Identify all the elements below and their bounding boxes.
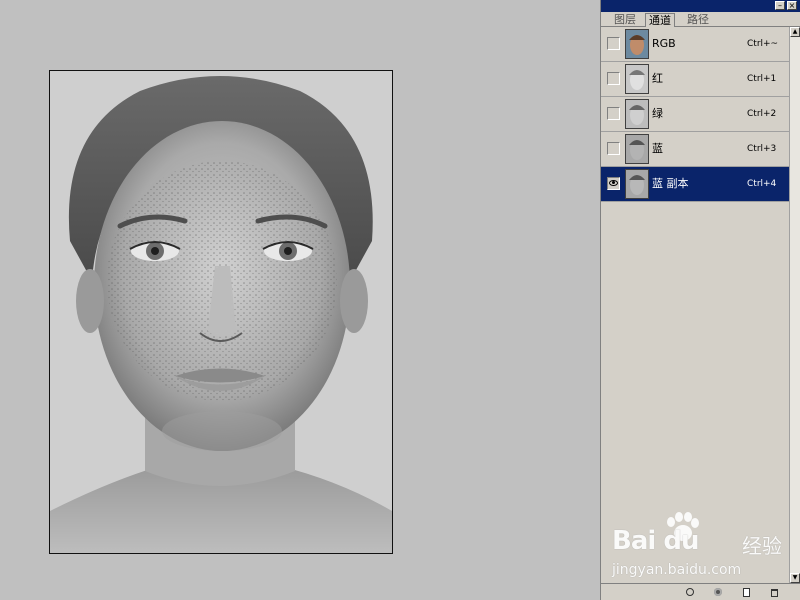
channel-shortcut: Ctrl+4 [747, 179, 777, 189]
save-selection-icon[interactable] [713, 587, 724, 598]
channel-name: 蓝 副本 [652, 177, 689, 190]
load-selection-icon[interactable] [685, 587, 696, 598]
watermark-subtitle: 经验 [742, 534, 782, 558]
channel-shortcut: Ctrl+1 [747, 74, 777, 84]
visibility-toggle[interactable] [607, 177, 620, 190]
channels-panel: – × 图层 通道 路径 ▸ RGB Ctrl+~ 红 Ctrl+1 [600, 0, 800, 600]
close-icon[interactable]: × [787, 1, 797, 10]
panel-bottom-toolbar [601, 583, 800, 600]
visibility-toggle[interactable] [607, 72, 620, 85]
channel-name: 蓝 [652, 142, 663, 155]
tab-paths[interactable]: 路径 [684, 13, 712, 26]
eye-icon [609, 180, 618, 186]
tab-layers[interactable]: 图层 [611, 13, 639, 26]
channel-row-blue[interactable]: 蓝 Ctrl+3 [601, 132, 789, 167]
channel-thumbnail [625, 29, 649, 59]
workspace [0, 0, 600, 600]
channel-shortcut: Ctrl+2 [747, 109, 777, 119]
channel-list: RGB Ctrl+~ 红 Ctrl+1 绿 Ctrl+2 蓝 Ctrl+3 蓝 … [601, 27, 789, 202]
channel-thumbnail [625, 134, 649, 164]
scroll-up-icon[interactable]: ▲ [790, 27, 800, 37]
watermark-url: jingyan.baidu.com [612, 562, 742, 578]
portrait-image [50, 71, 392, 553]
channel-name: 绿 [652, 107, 663, 120]
panel-titlebar[interactable]: – × [601, 0, 800, 12]
channel-thumbnail [625, 99, 649, 129]
tab-channels[interactable]: 通道 [645, 13, 675, 27]
visibility-toggle[interactable] [607, 142, 620, 155]
channel-row-red[interactable]: 红 Ctrl+1 [601, 62, 789, 97]
channel-thumbnail [625, 64, 649, 94]
channel-name: RGB [652, 37, 676, 50]
document-canvas[interactable] [49, 70, 393, 554]
trash-icon[interactable] [769, 587, 780, 598]
channel-row-blue-copy[interactable]: 蓝 副本 Ctrl+4 [601, 167, 789, 202]
channel-name: 红 [652, 72, 663, 85]
channel-shortcut: Ctrl+3 [747, 144, 777, 154]
channel-thumbnail [625, 169, 649, 199]
visibility-toggle[interactable] [607, 37, 620, 50]
new-channel-icon[interactable] [741, 587, 752, 598]
minimize-icon[interactable]: – [775, 1, 785, 10]
channel-row-rgb[interactable]: RGB Ctrl+~ [601, 27, 789, 62]
visibility-toggle[interactable] [607, 107, 620, 120]
channel-row-green[interactable]: 绿 Ctrl+2 [601, 97, 789, 132]
baidu-jingyan-watermark: Bai du 经验 jingyan.baidu.com [612, 512, 792, 582]
panel-tabs: 图层 通道 路径 ▸ [601, 12, 800, 37]
channel-list-scrollbar[interactable]: ▲ ▼ [789, 27, 800, 583]
channel-shortcut: Ctrl+~ [747, 39, 779, 49]
watermark-logo-text: Bai du [612, 526, 699, 556]
